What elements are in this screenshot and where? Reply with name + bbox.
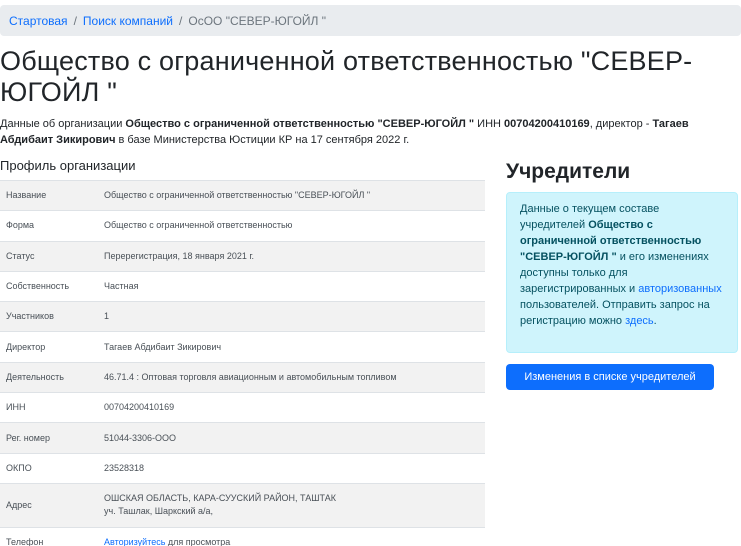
breadcrumb-current: ОсОО "СЕВЕР-ЮГОЙЛ " [188,13,327,28]
row-value: Авторизуйтесь для просмотра [104,536,485,546]
summary-inn-label: ИНН [474,118,505,130]
row-label: Директор [6,341,46,352]
address-line-2: уч. Ташлак, Шаркский а/а, [104,506,214,517]
breadcrumb-separator: / [179,13,183,28]
summary-org-name: Общество с ограниченной ответственностью… [125,118,475,130]
breadcrumb-separator: / [73,13,77,28]
summary-inn: 00704200410169 [504,118,590,130]
row-label: Название [6,190,47,201]
profile-heading: Профиль организации [0,158,136,173]
row-value: Тагаев Абдибаит Зикирович [104,341,222,352]
table-row: ОКПО 23528318 [0,454,485,484]
row-label: Рег. номер [6,432,50,443]
table-row: ИНН 00704200410169 [0,393,485,424]
row-value: 1 [104,311,110,322]
phone-login-link[interactable]: Авторизуйтесь [104,537,165,546]
table-row: Телефон Авторизуйтесь для просмотра [0,528,485,546]
address-line-1: ОШСКАЯ ОБЛАСТЬ, КАРА-СУУСКИЙ РАЙОН, ТАШТ… [104,493,336,504]
breadcrumb: Стартовая / Поиск компаний / ОсОО "СЕВЕР… [0,5,741,36]
table-row: Участников 1 [0,302,485,333]
page-title: Общество с ограниченной ответственностью… [0,46,693,107]
row-label: Форма [6,220,35,231]
summary-director-label: , директор - [589,118,653,130]
table-row: Статус Перерегистрация, 18 января 2021 г… [0,241,485,272]
summary-intro: Данные об организации [0,118,126,130]
row-value: 46.71.4 : Оптовая торговля авиационным и… [104,371,397,382]
table-row: Деятельность 46.71.4 : Оптовая торговля … [0,362,485,394]
row-value-address: ОШСКАЯ ОБЛАСТЬ, КАРА-СУУСКИЙ РАЙОН, ТАШТ… [104,492,485,518]
row-label: Собственность [6,281,70,292]
phone-suffix: для просмотра [165,537,231,546]
table-row: Директор Тагаев Абдибаит Зикирович [0,332,485,363]
table-row: Собственность Частная [0,272,485,303]
row-value: Перерегистрация, 18 января 2021 г. [104,250,255,261]
row-value: Частная [104,281,139,292]
founders-title: Учредители [506,160,631,183]
row-value: 51044-3306-ООО [104,432,177,443]
table-row: Рег. номер 51044-3306-ООО [0,423,485,454]
row-value: 00704200410169 [104,402,175,413]
alert-text: пользователей. Отправить запрос на регис… [520,299,710,327]
row-label: Деятельность [6,371,64,382]
table-row: Название Общество с ограниченной ответст… [0,181,485,212]
table-row: Форма Общество с ограниченной ответствен… [0,211,485,242]
founders-changes-button[interactable]: Изменения в списке учредителей [506,364,714,390]
alert-text: . [653,315,657,327]
breadcrumb-search-link[interactable]: Поиск компаний [83,14,173,28]
register-here-link[interactable]: здесь [625,315,654,327]
row-value: 23528318 [104,462,145,473]
table-row: Адрес ОШСКАЯ ОБЛАСТЬ, КАРА-СУУСКИЙ РАЙОН… [0,483,485,528]
authorized-link[interactable]: авторизованных [638,283,721,295]
row-label: Статус [6,250,35,261]
row-label: Телефон [6,537,44,546]
profile-table: Название Общество с ограниченной ответст… [0,180,485,546]
row-value: Общество с ограниченной ответственностью… [104,190,371,201]
row-label: Адрес [6,499,32,510]
summary-outro: в базе Министерства Юстиции КР на 17 сен… [115,134,410,146]
row-value: Общество с ограниченной ответственностью [104,220,293,231]
founders-info-alert: Данные о текущем составе учредителей Общ… [506,192,738,353]
row-label: ОКПО [6,462,32,473]
breadcrumb-home-link[interactable]: Стартовая [9,14,68,28]
organization-summary: Данные об организации Общество с огранич… [0,116,741,148]
row-label: Участников [6,311,54,322]
row-label: ИНН [6,402,26,413]
